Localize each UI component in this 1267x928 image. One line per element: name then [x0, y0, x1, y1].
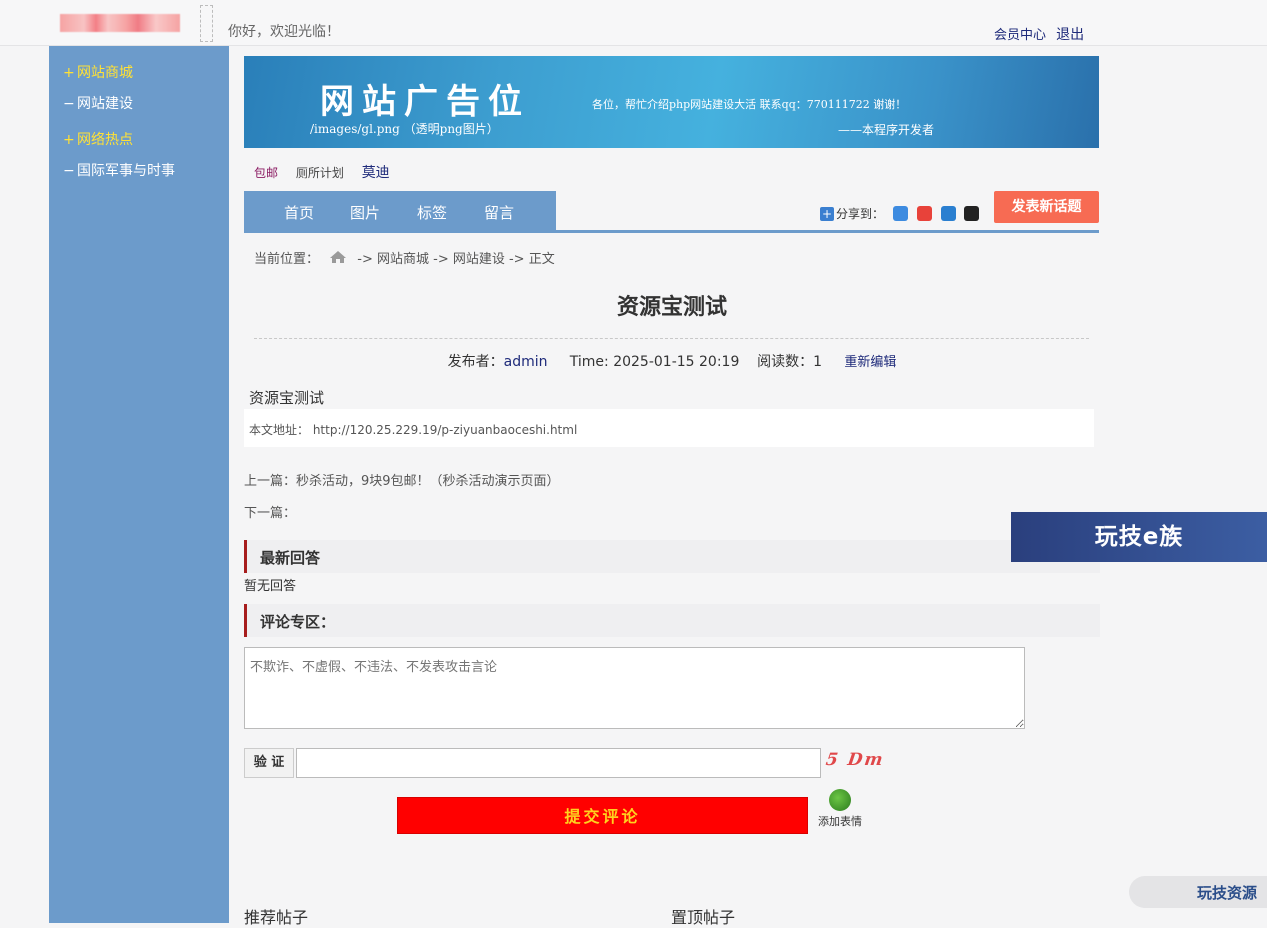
sidebar-item-hot[interactable]: + 网络热点: [63, 129, 133, 149]
sidebar-item-label: 国际军事与时事: [77, 163, 175, 179]
captcha-input[interactable]: [296, 748, 821, 778]
welcome-text: 你好，欢迎光临！: [228, 24, 340, 40]
sidebar-item-military[interactable]: − 国际军事与时事: [63, 160, 175, 180]
verify-label: 验 证: [244, 748, 294, 778]
emoji-icon: [829, 789, 851, 811]
floating-ad-bottom[interactable]: 玩技资源: [1129, 876, 1267, 908]
add-emoji-label: 添加表情: [818, 815, 862, 828]
tag-link[interactable]: 包邮: [254, 166, 278, 180]
article-address: 本文地址： http://120.25.229.19/p-ziyuanbaoce…: [249, 423, 578, 437]
tag-link[interactable]: 厕所计划: [296, 166, 344, 180]
publish-time: Time: 2025-01-15 20:19: [569, 354, 740, 370]
top-bar: 你好，欢迎光临！ 会员中心 退出: [0, 0, 1267, 46]
expand-icon: +: [63, 132, 75, 148]
tag-links: 包邮 厕所计划 莫迪: [254, 162, 404, 182]
article-meta: 发布者：admin Time: 2025-01-15 20:19 阅读数：1 重…: [244, 351, 1100, 371]
sidebar-item-label: 网站建设: [77, 96, 133, 112]
add-emoji-button[interactable]: 添加表情: [818, 789, 862, 829]
tab-messages[interactable]: 留言: [484, 202, 514, 223]
captcha-image[interactable]: 5 Dm: [825, 750, 886, 770]
pinned-posts-heading: 置顶帖子: [671, 908, 736, 927]
no-replies-text: 暂无回答: [244, 579, 297, 594]
submit-comment-button[interactable]: 提交评论: [397, 797, 808, 834]
nav-bar: 首页 图片 标签 留言 + 分享到： 发表新话题: [244, 191, 1099, 233]
recommended-posts-heading: 推荐帖子: [244, 908, 309, 927]
sidebar: + 网站商城 − 网站建设 + 网络热点 − 国际军事与时事: [49, 46, 229, 923]
comment-textarea[interactable]: [244, 647, 1025, 729]
page-title: 资源宝测试: [616, 295, 727, 320]
next-article-link: 下一篇：: [244, 506, 297, 521]
title-divider: [254, 338, 1089, 339]
floating-ad-right[interactable]: 玩技e族: [1011, 512, 1267, 562]
breadcrumb-path[interactable]: -> 网站商城 -> 网站建设 -> 正文: [357, 252, 554, 267]
replies-heading: 最新回答: [244, 540, 1100, 573]
replies-heading-text: 最新回答: [260, 549, 321, 567]
banner-message: 各位，帮忙介绍php网站建设大活 联系qq：770111722 谢谢！: [592, 98, 907, 111]
banner-title: 网站广告位: [320, 82, 530, 122]
sidebar-item-shop[interactable]: + 网站商城: [63, 62, 133, 82]
collapse-icon: −: [63, 96, 75, 112]
publisher-name[interactable]: admin: [504, 354, 548, 370]
edit-link[interactable]: 重新编辑: [844, 355, 896, 370]
comment-heading-text: 评论专区：: [260, 613, 336, 631]
publisher-label: 发布者：: [447, 354, 504, 370]
prev-article-link[interactable]: 上一篇：秒杀活动，9块9包邮！（秒杀活动演示页面）: [244, 470, 560, 489]
share-plus-icon[interactable]: +: [820, 207, 834, 221]
tencent-weibo-icon[interactable]: [940, 206, 956, 221]
member-center-link[interactable]: 会员中心: [994, 28, 1046, 43]
read-count: 阅读数：1: [757, 354, 823, 370]
collapse-icon: −: [63, 163, 75, 179]
weibo-icon[interactable]: [916, 206, 932, 221]
article-address-box: 本文地址： http://120.25.229.19/p-ziyuanbaoce…: [244, 409, 1094, 447]
breadcrumb-prefix: 当前位置：: [254, 252, 320, 267]
expand-icon: +: [63, 65, 75, 81]
tab-home[interactable]: 首页: [284, 202, 314, 223]
top-links: 会员中心 退出: [994, 24, 1090, 44]
share-label: 分享到：: [836, 207, 885, 221]
nav-tabs: 首页 图片 标签 留言: [244, 191, 556, 230]
sidebar-item-label: 网站商城: [77, 65, 133, 81]
home-icon[interactable]: [329, 250, 347, 264]
article-body: 资源宝测试: [249, 389, 325, 407]
qq-icon[interactable]: [964, 206, 980, 221]
post-new-topic-button[interactable]: 发表新话题: [994, 191, 1099, 223]
tag-link[interactable]: 莫迪: [362, 165, 390, 181]
logout-link[interactable]: 退出: [1056, 27, 1084, 43]
logo-separator: [200, 5, 213, 42]
banner-path: /images/gl.png （透明png图片）: [310, 122, 499, 136]
sidebar-item-webdev[interactable]: − 网站建设: [63, 93, 133, 113]
banner-signature: ——本程序开发者: [838, 123, 935, 137]
tab-images[interactable]: 图片: [350, 202, 380, 223]
share-bar: + 分享到：: [820, 205, 980, 222]
breadcrumb: 当前位置： -> 网站商城 -> 网站建设 -> 正文: [254, 248, 555, 267]
site-logo[interactable]: [60, 14, 180, 32]
sidebar-item-label: 网络热点: [77, 132, 133, 148]
tab-tags[interactable]: 标签: [417, 202, 447, 223]
qzone-icon[interactable]: [892, 206, 908, 221]
ad-banner[interactable]: 网站广告位 /images/gl.png （透明png图片） 各位，帮忙介绍ph…: [244, 56, 1099, 148]
comment-heading: 评论专区：: [244, 604, 1100, 637]
